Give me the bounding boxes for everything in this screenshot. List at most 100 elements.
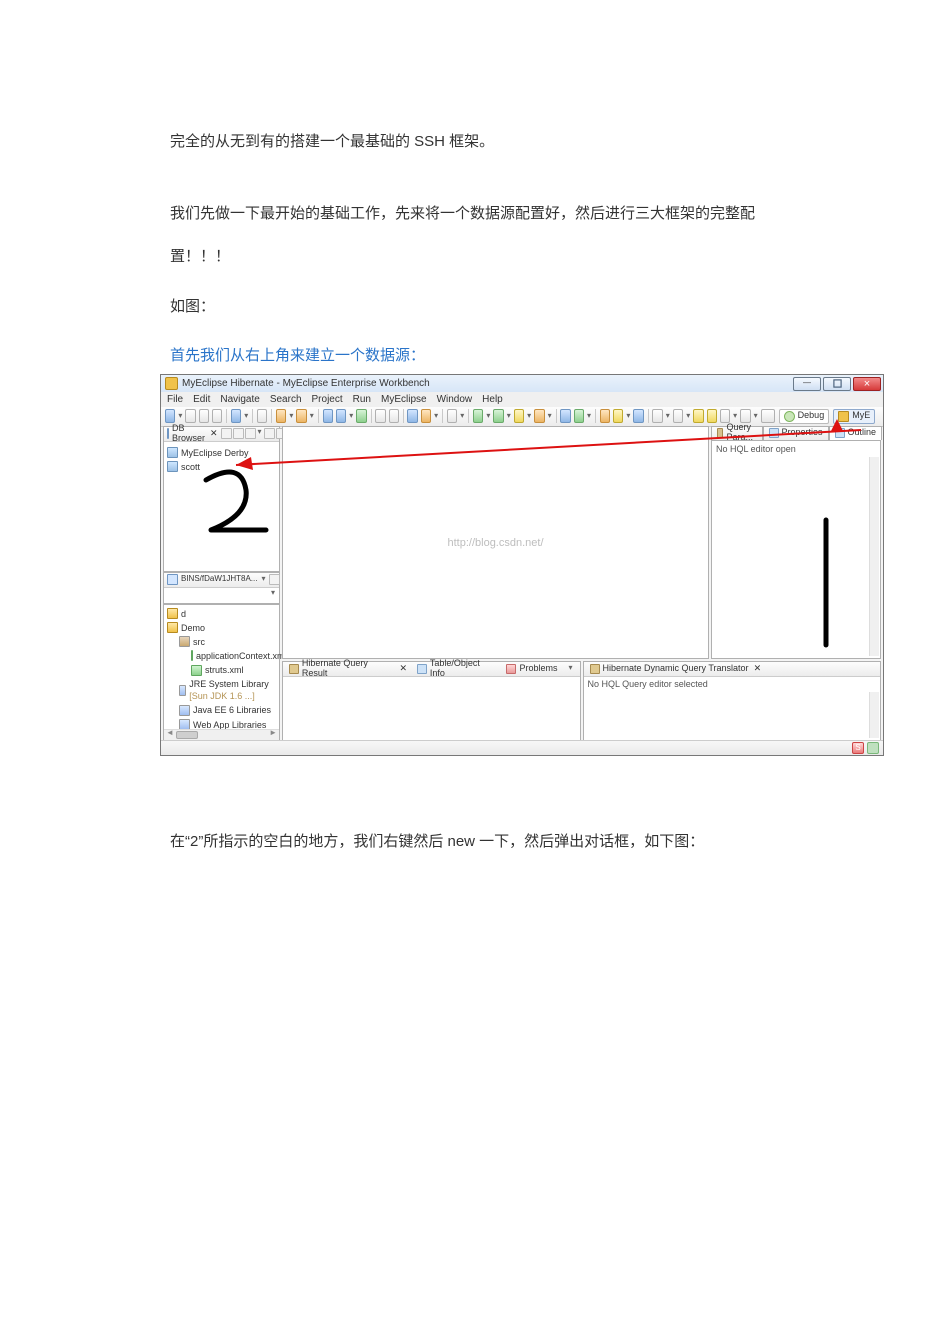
tree-item[interactable]: JRE System Library [Sun JDK 1.6 ...]: [189, 678, 276, 702]
chevron-down-icon[interactable]: ▾: [527, 412, 531, 421]
view-toolbar-button[interactable]: [233, 428, 244, 439]
chevron-down-icon[interactable]: ▾: [289, 412, 293, 421]
toolbar-button[interactable]: [323, 409, 333, 423]
tab-properties[interactable]: Properties: [763, 426, 829, 440]
chevron-down-icon[interactable]: ▾: [260, 575, 266, 584]
paragraph-1: 完全的从无到有的搭建一个最基础的 SSH 框架。: [170, 120, 775, 164]
perspective-debug[interactable]: Debug: [779, 409, 830, 424]
chevron-down-icon[interactable]: ▾: [310, 412, 314, 421]
menu-project[interactable]: Project: [312, 394, 343, 405]
xml-file-icon: [191, 665, 202, 676]
tree-item[interactable]: MyEclipse Derby: [181, 447, 249, 459]
tab-outline[interactable]: Outline: [829, 426, 883, 440]
perspective-myeclipse[interactable]: MyE: [833, 409, 875, 424]
toolbar-button[interactable]: [375, 409, 385, 423]
tree-item[interactable]: Java EE 6 Libraries: [193, 704, 271, 716]
toolbar-button[interactable]: [693, 409, 703, 423]
chevron-down-icon[interactable]: ▾: [349, 412, 353, 421]
view-toolbar-button[interactable]: [269, 574, 280, 585]
toolbar-button[interactable]: [336, 409, 346, 423]
menu-help[interactable]: Help: [482, 394, 503, 405]
chevron-down-icon[interactable]: ▾: [507, 412, 511, 421]
toolbar-button[interactable]: [473, 409, 483, 423]
chevron-down-icon[interactable]: ▾: [486, 412, 490, 421]
toolbar-button[interactable]: [199, 409, 209, 423]
tab-dynamic-query-translator[interactable]: Hibernate Dynamic Query Translator✕: [586, 664, 766, 674]
chevron-down-icon[interactable]: ▾: [587, 412, 591, 421]
tree-item[interactable]: d: [181, 608, 186, 620]
window-minimize-button[interactable]: [793, 377, 821, 391]
tree-item[interactable]: scott: [181, 461, 200, 473]
toolbar-button[interactable]: [165, 409, 175, 423]
chevron-down-icon[interactable]: ▾: [257, 428, 263, 439]
view-min-icon[interactable]: [264, 428, 275, 439]
view-toolbar-button[interactable]: [221, 428, 232, 439]
window-close-button[interactable]: [853, 377, 881, 391]
toolbar-button[interactable]: [257, 409, 267, 423]
chevron-down-icon[interactable]: ▾: [270, 589, 276, 598]
chevron-down-icon[interactable]: ▾: [434, 412, 438, 421]
chevron-down-icon[interactable]: ▾: [754, 412, 758, 421]
toolbar-button[interactable]: [493, 409, 503, 423]
toolbar-button[interactable]: [720, 409, 730, 423]
menu-search[interactable]: Search: [270, 394, 302, 405]
menu-myeclipse[interactable]: MyEclipse: [381, 394, 427, 405]
menu-window[interactable]: Window: [437, 394, 473, 405]
tab-query-parameters[interactable]: Query Para...: [711, 426, 763, 440]
toolbar-button[interactable]: [407, 409, 417, 423]
chevron-down-icon[interactable]: ▾: [733, 412, 737, 421]
toolbar-button[interactable]: [707, 409, 717, 423]
view-tab[interactable]: BINS/fDaW1JHT8A... ▾: [164, 573, 279, 588]
chevron-down-icon[interactable]: ▾: [568, 664, 574, 673]
menu-run[interactable]: Run: [353, 394, 371, 405]
window-titlebar: MyEclipse Hibernate - MyEclipse Enterpri…: [161, 375, 883, 393]
horizontal-scrollbar[interactable]: ◄ ►: [164, 729, 279, 740]
view-tab[interactable]: DB Browser ✕ ▾: [164, 427, 279, 442]
chevron-down-icon[interactable]: ▾: [626, 412, 630, 421]
toolbar-button[interactable]: [356, 409, 366, 423]
window-maximize-button[interactable]: [823, 377, 851, 391]
toolbar-button[interactable]: [560, 409, 570, 423]
toolbar-button[interactable]: [514, 409, 524, 423]
toolbar-button[interactable]: [231, 409, 241, 423]
toolbar-button[interactable]: [600, 409, 610, 423]
editor-area[interactable]: http://blog.csdn.net/: [282, 426, 709, 659]
view-toolbar-button[interactable]: [245, 428, 256, 439]
vertical-scrollbar[interactable]: [869, 457, 879, 656]
chevron-down-icon[interactable]: ▾: [666, 412, 670, 421]
menu-file[interactable]: File: [167, 394, 183, 405]
chevron-down-icon[interactable]: ▾: [686, 412, 690, 421]
toolbar-button[interactable]: [633, 409, 643, 423]
vertical-scrollbar[interactable]: [869, 692, 879, 738]
chevron-down-icon[interactable]: ▾: [460, 412, 464, 421]
tree-item[interactable]: struts.xml: [205, 664, 244, 676]
toolbar-button[interactable]: [212, 409, 222, 423]
toolbar-button[interactable]: [389, 409, 399, 423]
chevron-down-icon[interactable]: ▾: [548, 412, 552, 421]
chevron-down-icon[interactable]: ▾: [178, 412, 182, 421]
toolbar-button[interactable]: [534, 409, 544, 423]
toolbar-button[interactable]: [447, 409, 457, 423]
toolbar-button[interactable]: [740, 409, 750, 423]
toolbar-button[interactable]: [185, 409, 195, 423]
db-browser-tree[interactable]: MyEclipse Derby scott: [164, 442, 279, 478]
toolbar-button[interactable]: [613, 409, 623, 423]
paragraph-2: 我们先做一下最开始的基础工作，先来将一个数据源配置好，然后进行三大框架的完整配置…: [170, 192, 775, 279]
open-perspective-button[interactable]: [761, 409, 775, 423]
status-icon[interactable]: [867, 742, 879, 754]
toolbar-button[interactable]: [574, 409, 584, 423]
toolbar-button[interactable]: [276, 409, 286, 423]
toolbar-button[interactable]: [673, 409, 683, 423]
tree-item[interactable]: applicationContext.xml: [196, 650, 287, 662]
tree-item[interactable]: Demo: [181, 622, 205, 634]
table-info-icon: [417, 664, 427, 674]
tree-item[interactable]: src: [193, 636, 205, 648]
tab-problems[interactable]: Problems: [502, 664, 561, 674]
toolbar-button[interactable]: [421, 409, 431, 423]
chevron-down-icon[interactable]: ▾: [244, 412, 248, 421]
toolbar-button[interactable]: [296, 409, 306, 423]
toolbar-button[interactable]: [652, 409, 662, 423]
status-icon[interactable]: S: [852, 742, 864, 754]
menu-navigate[interactable]: Navigate: [220, 394, 259, 405]
menu-edit[interactable]: Edit: [193, 394, 210, 405]
